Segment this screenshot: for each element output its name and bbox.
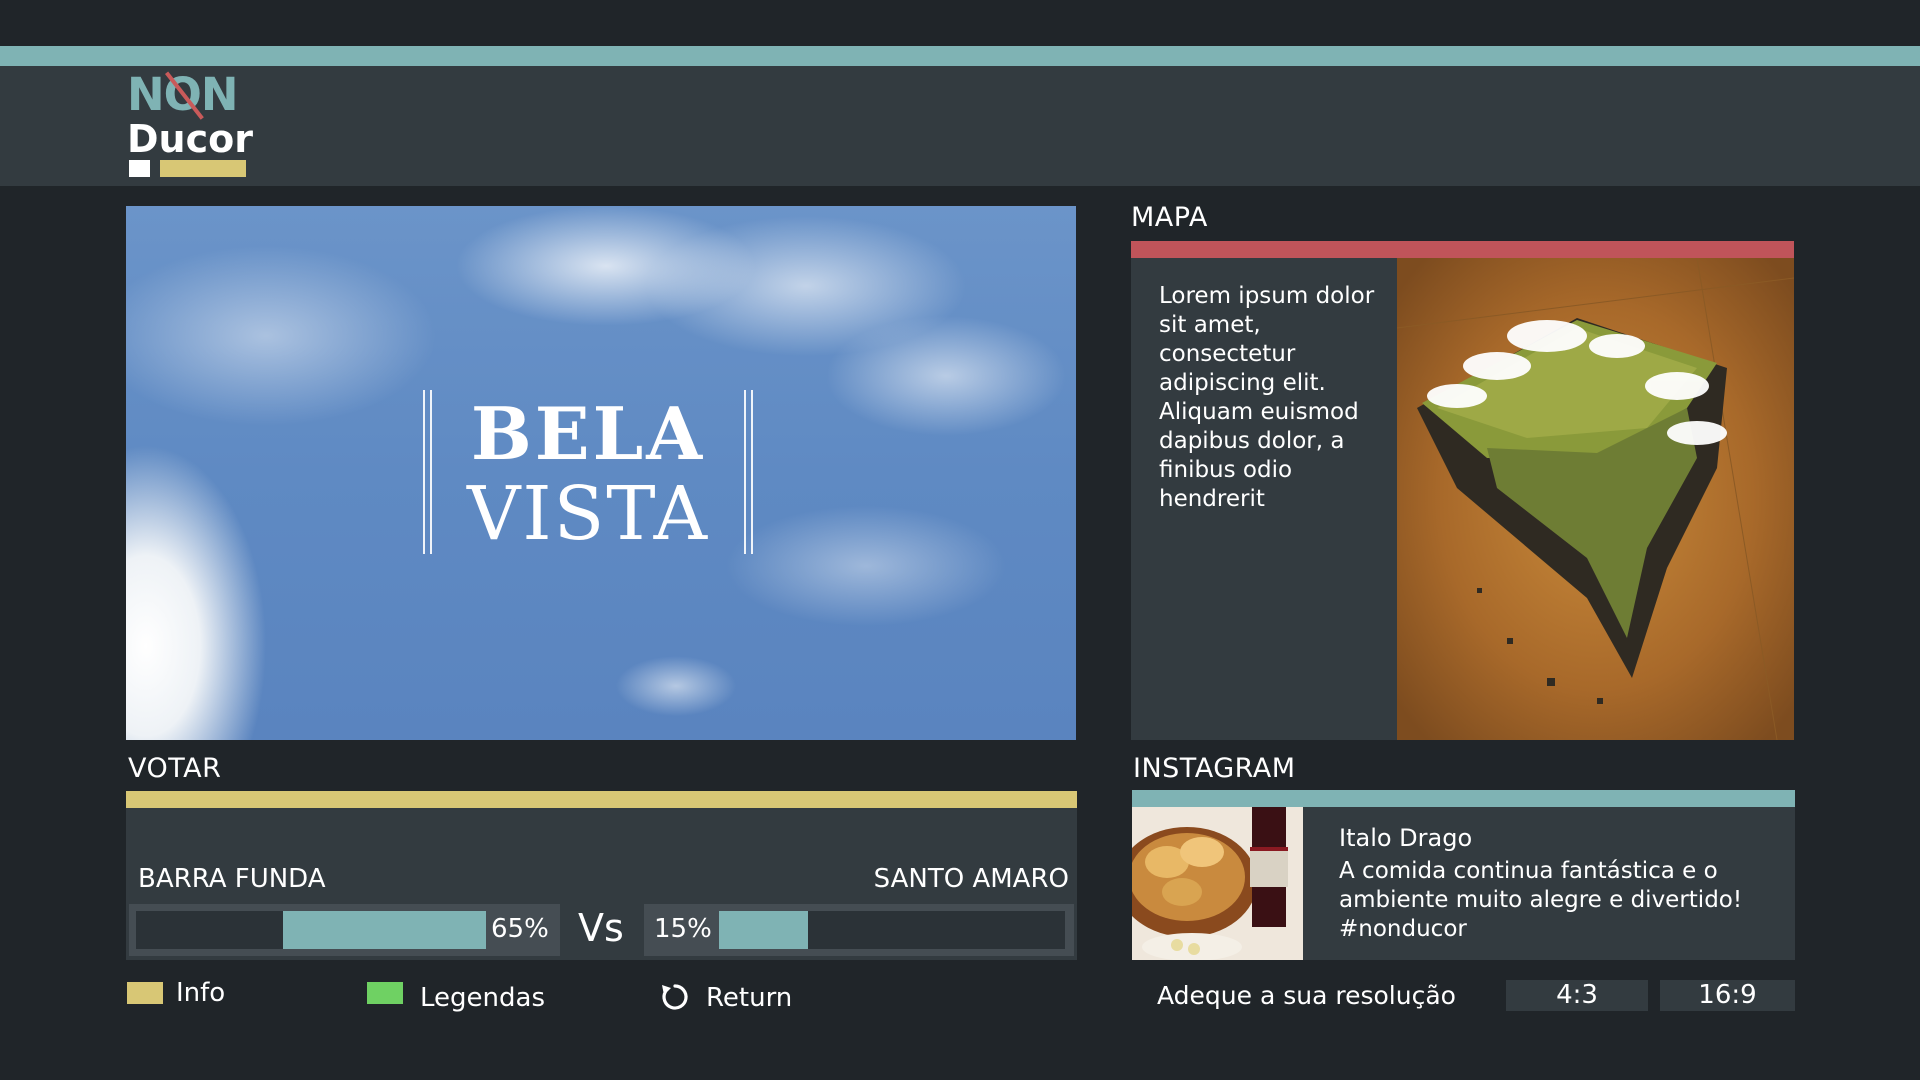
food-photo-illustration [1132, 807, 1303, 960]
vote-right-percent: 15% [654, 914, 712, 944]
resolution-label: Adeque a sua resolução [1157, 981, 1456, 1010]
return-icon[interactable] [660, 982, 690, 1012]
team-right-name: SANTO AMARO [873, 864, 1069, 894]
info-color-key-icon[interactable] [127, 982, 163, 1004]
map-panel[interactable]: Lorem ipsum dolor sit amet, consectetur … [1131, 258, 1794, 740]
return-label[interactable]: Return [706, 983, 792, 1013]
instagram-photo[interactable] [1132, 807, 1303, 960]
vote-left-track [136, 911, 486, 949]
vote-panel: BARRA FUNDA SANTO AMARO 65% Vs 15% [126, 808, 1077, 960]
logo-square [129, 160, 150, 177]
hero-title-line1: BELA [470, 391, 706, 476]
vote-right-track [719, 911, 1065, 949]
floating-island-illustration [1397, 258, 1794, 740]
map-illustration[interactable] [1397, 258, 1794, 740]
legendas-color-key-icon[interactable] [367, 982, 403, 1004]
hero-title-line2: VISTA [466, 471, 710, 557]
instagram-section-title: INSTAGRAM [1133, 753, 1296, 784]
vote-section-bar [126, 791, 1077, 808]
map-description: Lorem ipsum dolor sit amet, consectetur … [1159, 283, 1375, 512]
versus-label: Vs [578, 906, 624, 950]
team-left-name: BARRA FUNDA [138, 864, 326, 894]
resolution-16-9-button[interactable]: 16:9 [1660, 980, 1795, 1011]
vote-section-title: VOTAR [128, 753, 222, 784]
vote-left-percent: 65% [491, 914, 549, 944]
logo-text-bottom: Ducor [127, 117, 253, 161]
header-bar [0, 66, 1920, 186]
instagram-username: Italo Drago [1339, 824, 1473, 852]
vote-right-fill [719, 911, 809, 949]
vote-right-button[interactable]: 15% [644, 904, 1074, 956]
vote-left-fill [283, 911, 486, 949]
hero-title: BELA VISTA [423, 390, 753, 557]
legendas-label[interactable]: Legendas [420, 983, 545, 1013]
logo-bar [160, 160, 246, 177]
instagram-caption: A comida continua fantástica e o ambient… [1339, 858, 1743, 942]
map-section-title: MAPA [1131, 202, 1208, 233]
brand-logo: NON Ducor [127, 70, 253, 180]
hero-image[interactable]: BELA VISTA [126, 206, 1076, 740]
top-accent-bar [0, 46, 1920, 66]
instagram-post[interactable]: Italo Drago A comida continua fantástica… [1132, 807, 1795, 960]
resolution-4-3-button[interactable]: 4:3 [1506, 980, 1648, 1011]
map-section-bar [1131, 241, 1794, 258]
vote-left-button[interactable]: 65% [129, 904, 560, 956]
info-label[interactable]: Info [176, 978, 225, 1008]
instagram-section-bar [1132, 790, 1795, 807]
